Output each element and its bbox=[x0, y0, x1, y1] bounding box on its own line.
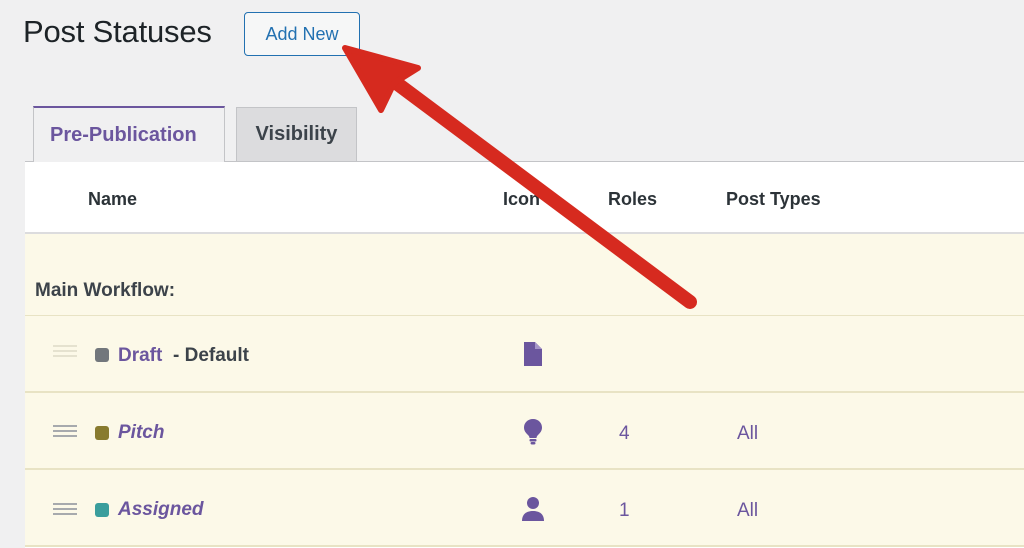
status-color-swatch bbox=[95, 426, 109, 440]
table-row[interactable]: Pitch 4 All bbox=[25, 393, 1024, 470]
table-row[interactable]: Draft - Default bbox=[25, 316, 1024, 393]
drag-handle-icon[interactable] bbox=[53, 425, 77, 439]
group-row: Main Workflow: bbox=[25, 234, 1024, 316]
roles-count[interactable]: 4 bbox=[619, 423, 630, 445]
post-types[interactable]: All bbox=[737, 500, 758, 522]
status-color-swatch bbox=[95, 348, 109, 362]
drag-handle-icon[interactable] bbox=[53, 503, 77, 517]
status-name-link[interactable]: Assigned bbox=[118, 499, 204, 521]
page-title: Post Statuses bbox=[23, 14, 212, 49]
roles-count[interactable]: 1 bbox=[619, 500, 630, 522]
status-name-link[interactable]: Draft bbox=[118, 345, 162, 367]
table-header: Name Icon Roles Post Types bbox=[25, 162, 1024, 234]
column-header-roles: Roles bbox=[608, 189, 658, 209]
statuses-table: Name Icon Roles Post Types Main Workflow… bbox=[25, 161, 1024, 548]
column-header-icon: Icon bbox=[503, 189, 541, 209]
tab-visibility[interactable]: Visibility bbox=[236, 107, 357, 161]
drag-handle-icon[interactable] bbox=[53, 345, 77, 359]
status-color-swatch bbox=[95, 503, 109, 517]
status-name-link[interactable]: Pitch bbox=[118, 422, 164, 444]
add-new-button[interactable]: Add New bbox=[244, 12, 360, 56]
status-default-suffix: - Default bbox=[173, 345, 249, 366]
status-tabs: Pre-Publication Visibility bbox=[33, 106, 357, 162]
person-icon bbox=[522, 497, 544, 521]
column-header-name[interactable]: Name bbox=[88, 189, 137, 210]
document-icon bbox=[524, 342, 542, 366]
tab-pre-publication[interactable]: Pre-Publication bbox=[33, 106, 225, 162]
column-header-post-types: Post Types bbox=[726, 189, 821, 209]
group-label: Main Workflow: bbox=[35, 280, 176, 301]
table-row[interactable]: Assigned 1 All bbox=[25, 470, 1024, 547]
post-types[interactable]: All bbox=[737, 423, 758, 445]
lightbulb-icon bbox=[524, 419, 542, 445]
